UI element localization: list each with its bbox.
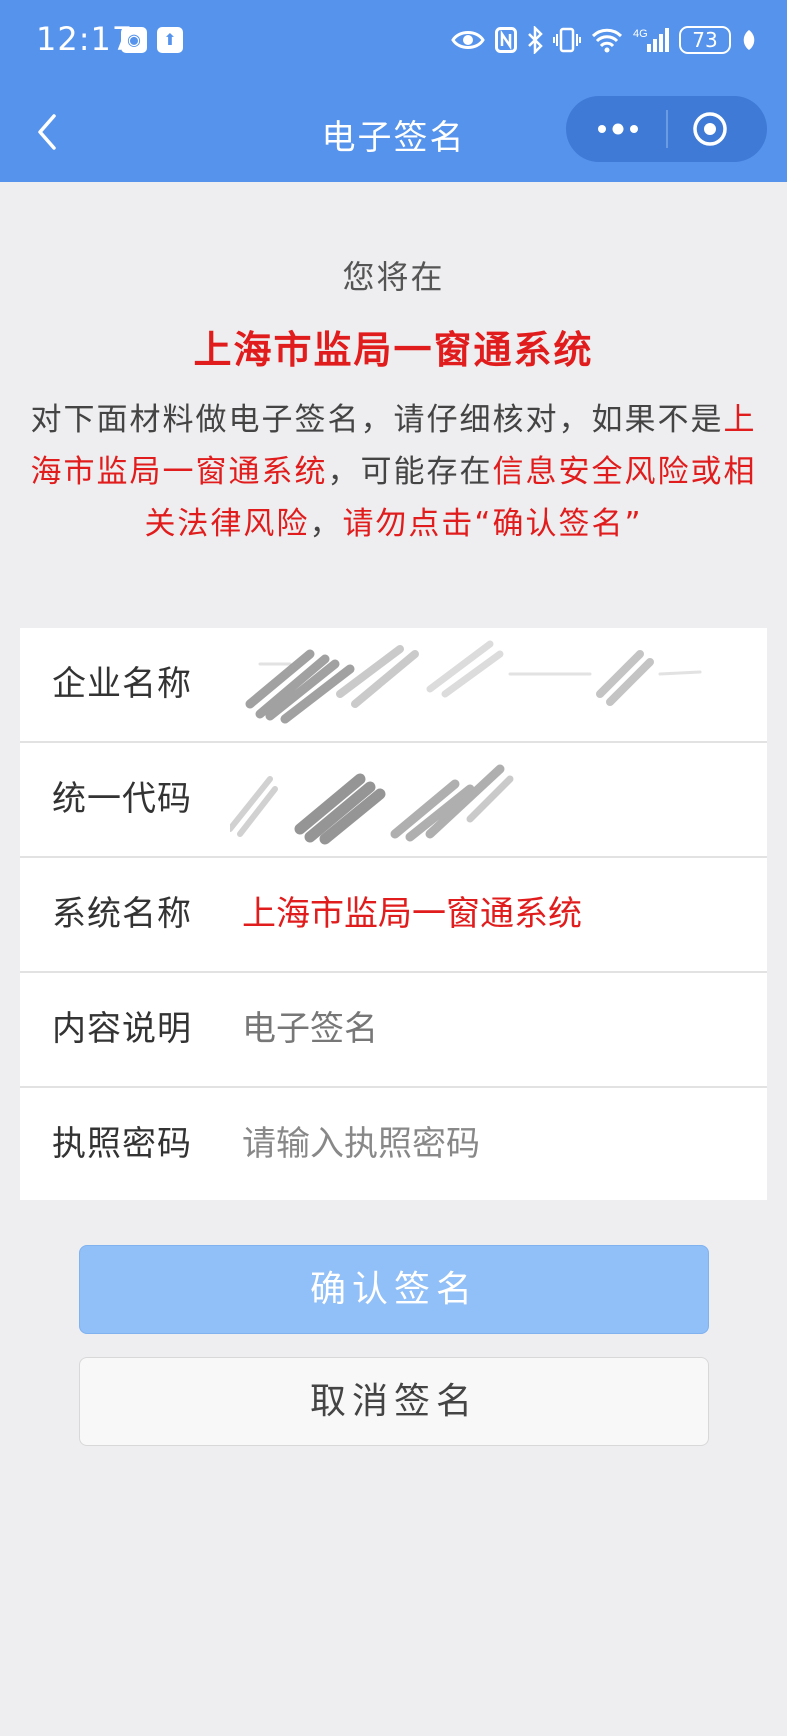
wifi-icon: [591, 28, 623, 53]
content-description-label: 内容说明: [52, 1009, 192, 1049]
signal-icon: 4G: [633, 28, 669, 52]
warning-notice: 对下面材料做电子签名，请仔细核对，如果不是上海市监局一窗通系统，可能存在信息安全…: [18, 394, 769, 550]
nav-bar: 电子签名: [0, 82, 787, 182]
status-time: 12:17: [36, 20, 134, 58]
redacted-unified-code: [230, 764, 514, 845]
company-name-label: 企业名称: [52, 664, 192, 704]
more-icon[interactable]: [590, 110, 646, 148]
nfc-icon: [495, 27, 517, 53]
unified-code-row: 统一代码: [20, 743, 767, 858]
miniprogram-capsule: [566, 96, 767, 162]
cancel-signature-button[interactable]: 取消签名: [79, 1357, 709, 1446]
system-name-value: 上海市监局一窗通系统: [242, 894, 582, 934]
vibrate-icon: [553, 27, 581, 53]
signature-form: 企业名称 统一代码 系统名称 上海市监局一窗通系统 内容说明 电子签名 执照密码: [20, 628, 767, 1200]
notice-text: 对下面材料做电子签名，请仔细核对，如果不是: [30, 402, 724, 438]
license-password-input[interactable]: [242, 1116, 722, 1172]
confirm-signature-button[interactable]: 确认签名: [79, 1245, 709, 1334]
redacted-company-name: [245, 640, 702, 724]
content-description-row: 内容说明 电子签名: [20, 973, 767, 1088]
notice-do-not-click: 请勿点击“确认签名”: [342, 506, 643, 542]
battery-indicator: 73: [679, 26, 731, 54]
upload-notification-icon: ⬆: [157, 27, 183, 53]
app-notification-icon: ◉: [121, 27, 147, 53]
license-password-label: 执照密码: [52, 1124, 192, 1164]
status-icons: 4G 73: [451, 22, 757, 58]
unified-code-label: 统一代码: [52, 779, 192, 819]
notice-text: ，: [309, 506, 343, 542]
company-name-row: 企业名称: [20, 628, 767, 743]
notice-text: ，可能存在: [327, 454, 493, 490]
leaf-icon: [743, 30, 755, 50]
eye-icon: [451, 31, 485, 49]
system-name-row: 系统名称 上海市监局一窗通系统: [20, 858, 767, 973]
intro-system-name: 上海市监局一窗通系统: [193, 328, 594, 372]
bluetooth-icon: [528, 26, 543, 54]
content-description-value: 电子签名: [242, 1009, 378, 1049]
intro-heading: 您将在: [342, 258, 445, 296]
license-password-row: 执照密码: [20, 1088, 767, 1200]
system-name-label: 系统名称: [52, 894, 192, 934]
svg-text:4G: 4G: [633, 28, 648, 40]
capsule-divider: [666, 110, 668, 148]
close-miniprogram-icon[interactable]: [690, 109, 730, 149]
status-bar: 12:17 ◉ ⬆ 4G 73: [0, 0, 787, 82]
